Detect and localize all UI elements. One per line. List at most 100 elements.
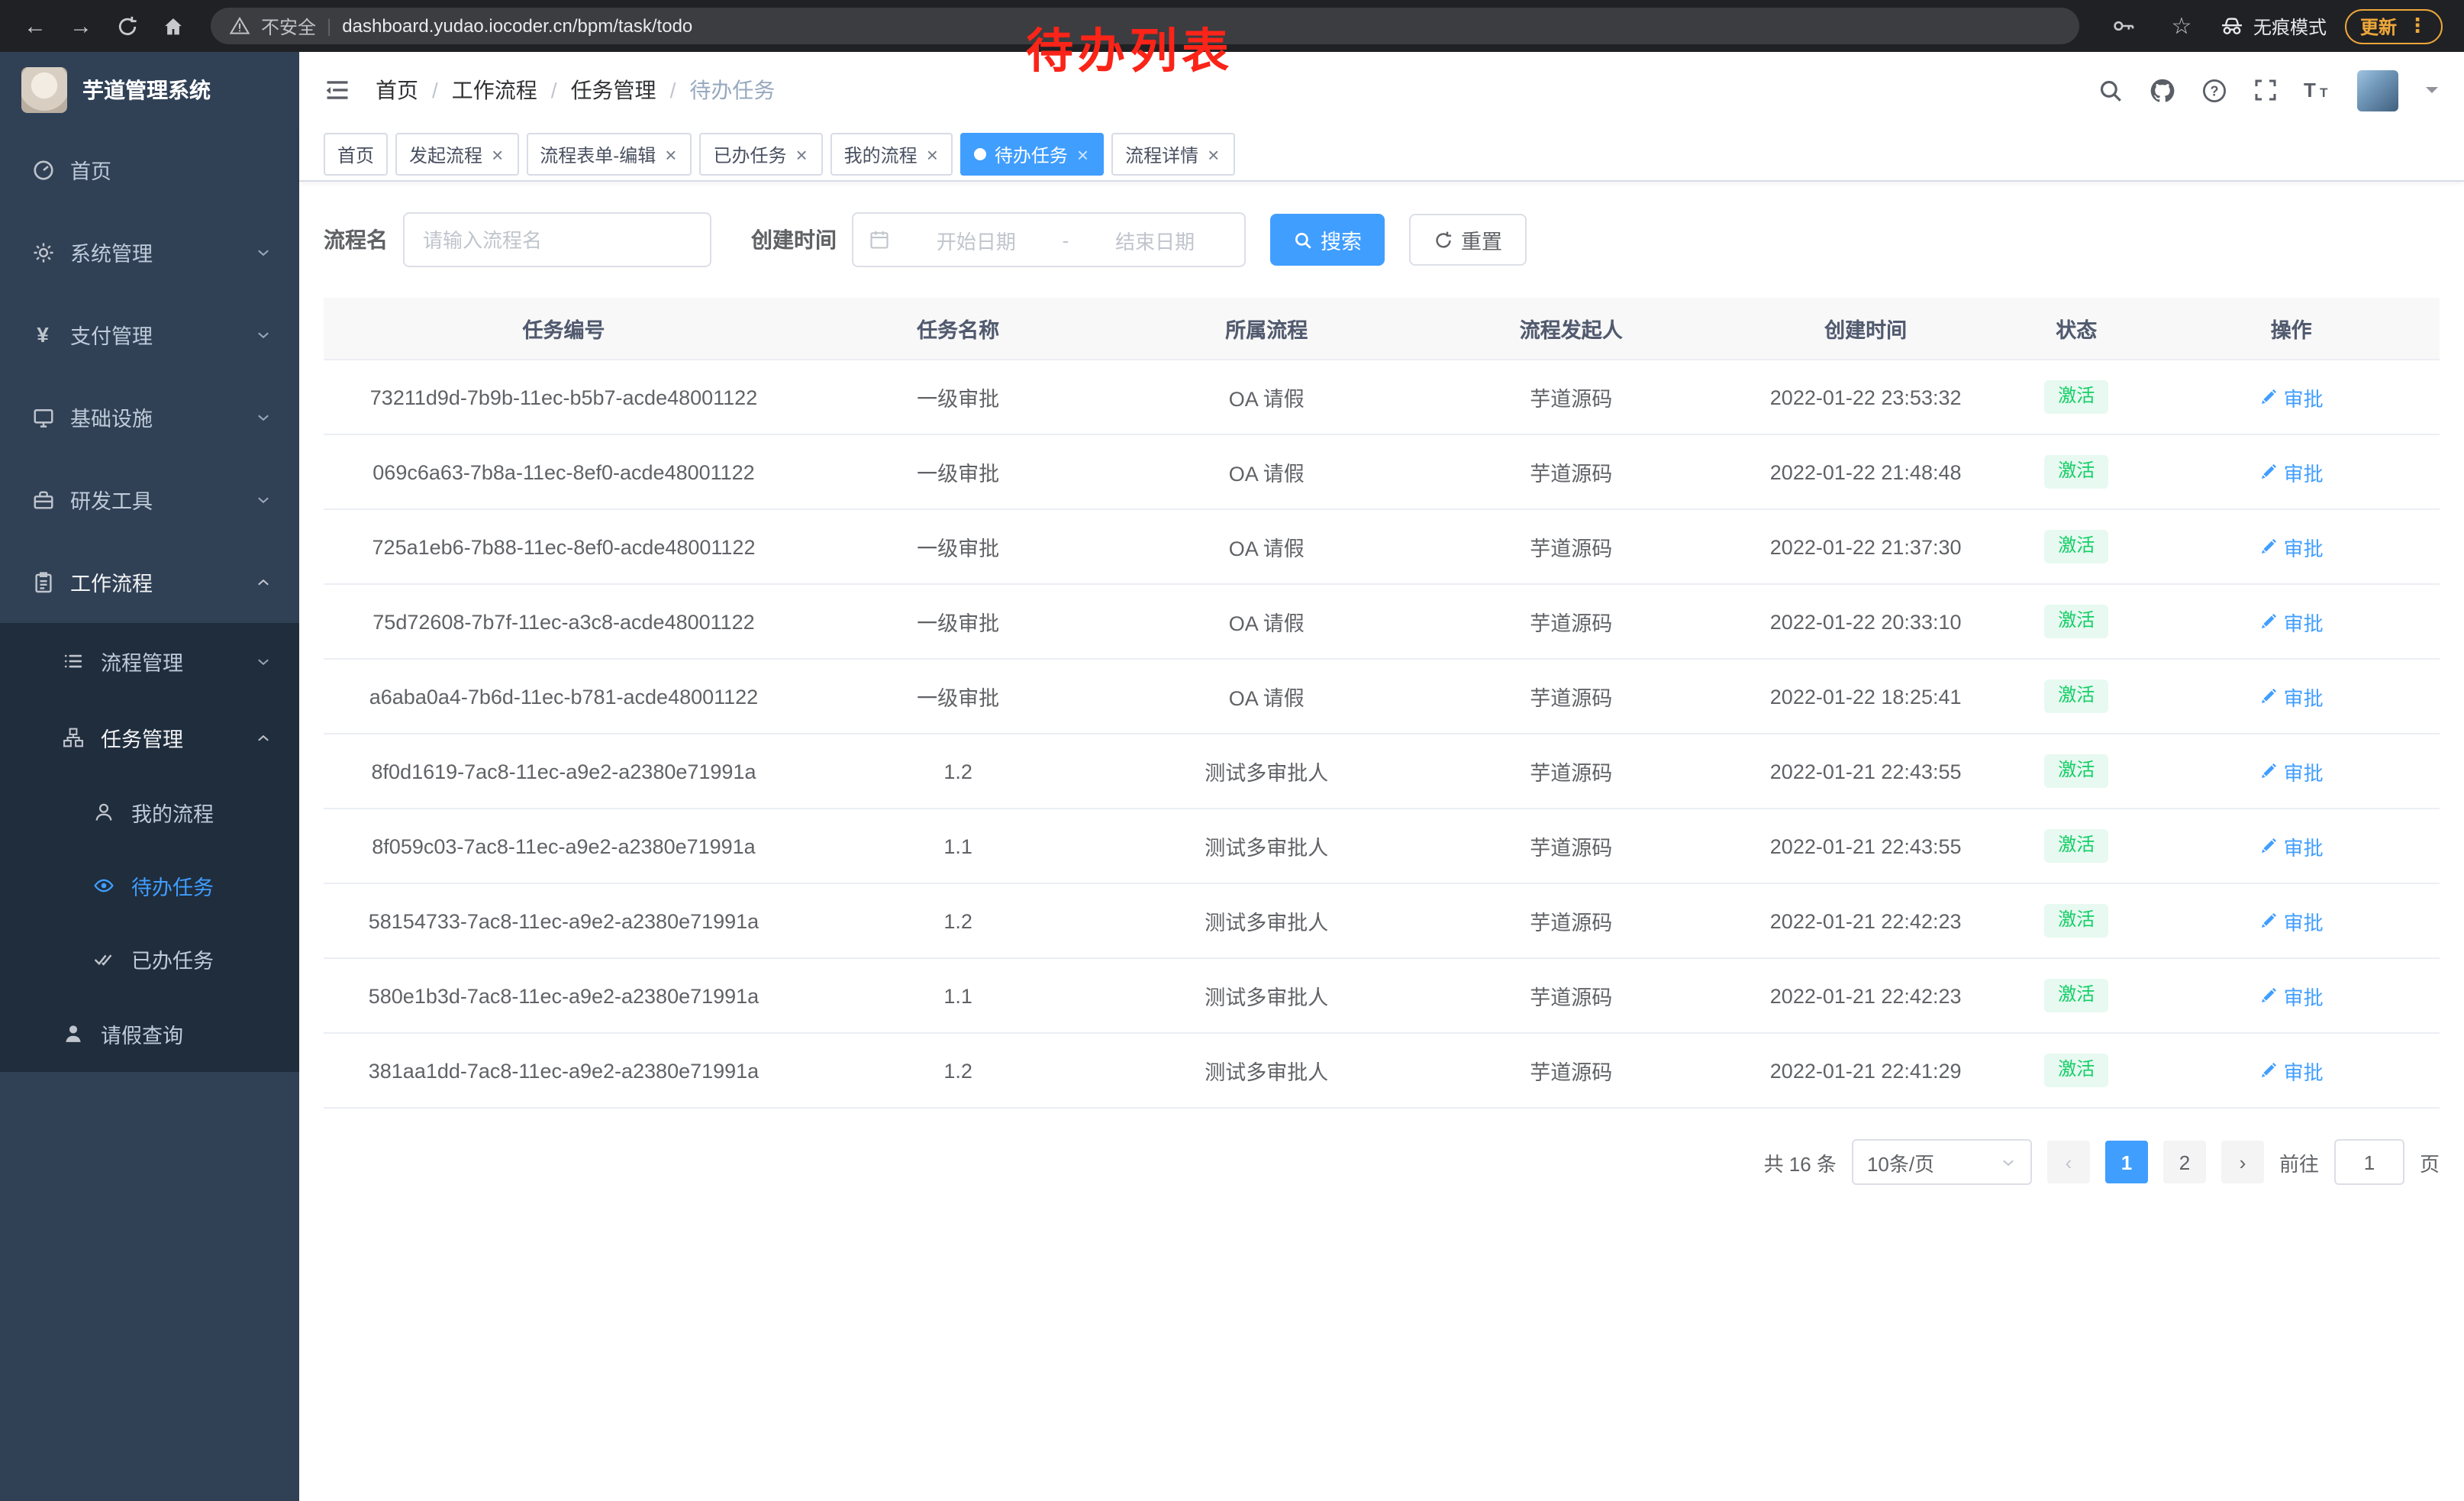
- sidebar-item-payment[interactable]: ¥ 支付管理: [0, 293, 299, 376]
- breadcrumb-task-mgmt[interactable]: 任务管理: [571, 75, 656, 105]
- approve-button[interactable]: 审批: [2259, 981, 2324, 1010]
- refresh-icon[interactable]: [107, 6, 147, 46]
- tab-home[interactable]: 首页: [324, 133, 388, 176]
- kebab-menu-icon[interactable]: ⋮: [2408, 14, 2427, 38]
- approve-button[interactable]: 审批: [2259, 607, 2324, 636]
- top-navbar: 首页 / 工作流程 / 任务管理 / 待办任务 ?: [299, 52, 2464, 128]
- sidebar-toggle-hamburger-icon[interactable]: [324, 76, 351, 104]
- status-badge: 激活: [2044, 904, 2108, 937]
- sidebar-item-task-mgmt[interactable]: 任务管理: [0, 699, 299, 776]
- update-button[interactable]: 更新 ⋮: [2345, 8, 2443, 44]
- fullscreen-icon[interactable]: [2253, 78, 2278, 102]
- sidebar-item-leave-query[interactable]: 请假查询: [0, 996, 299, 1072]
- sidebar-item-workflow[interactable]: 工作流程: [0, 541, 299, 623]
- list-icon: [61, 649, 85, 673]
- user-avatar[interactable]: [2357, 69, 2398, 111]
- approve-button[interactable]: 审批: [2259, 906, 2324, 935]
- page-button-1[interactable]: 1: [2105, 1141, 2148, 1183]
- tab-todo-task[interactable]: 待办任务 ×: [961, 133, 1104, 176]
- page-size-value: 10条/页: [1867, 1148, 1934, 1177]
- app-logo[interactable]: 芋道管理系统: [0, 52, 299, 128]
- close-icon[interactable]: ×: [794, 144, 808, 164]
- calendar-icon: [869, 229, 890, 250]
- sidebar-item-infra[interactable]: 基础设施: [0, 376, 299, 458]
- tab-process-form-edit[interactable]: 流程表单-编辑 ×: [526, 133, 692, 176]
- approve-button[interactable]: 审批: [2259, 831, 2324, 860]
- home-icon[interactable]: [153, 6, 192, 46]
- date-range-picker[interactable]: 开始日期 - 结束日期: [852, 212, 1246, 267]
- caret-down-icon[interactable]: [2424, 82, 2440, 98]
- approve-button[interactable]: 审批: [2259, 383, 2324, 412]
- address-bar[interactable]: 不安全 | dashboard.yudao.iocoder.cn/bpm/tas…: [211, 8, 2079, 44]
- cell-status: 激活: [2010, 809, 2143, 883]
- chevron-down-icon: [255, 653, 272, 670]
- font-size-icon[interactable]: TT: [2304, 78, 2331, 102]
- close-icon[interactable]: ×: [1076, 144, 1090, 164]
- sidebar-item-todo-task[interactable]: 待办任务: [0, 849, 299, 922]
- table-row: 75d72608-7b7f-11ec-a3c8-acde48001122 一级审…: [324, 584, 2440, 659]
- cell-action: 审批: [2143, 509, 2440, 584]
- active-tab-dot: [975, 148, 987, 160]
- key-icon[interactable]: [2104, 6, 2143, 46]
- navbar-actions: ? TT: [2098, 69, 2440, 111]
- page-button-2[interactable]: 2: [2163, 1141, 2206, 1183]
- next-page-button[interactable]: ›: [2221, 1141, 2264, 1183]
- breadcrumb-home[interactable]: 首页: [376, 75, 418, 105]
- prev-page-button[interactable]: ‹: [2047, 1141, 2090, 1183]
- sidebar-item-home[interactable]: 首页: [0, 128, 299, 211]
- tab-process-detail[interactable]: 流程详情 ×: [1111, 133, 1234, 176]
- cell-task-name: 一级审批: [804, 360, 1112, 434]
- approve-label: 审批: [2284, 981, 2324, 1010]
- goto-page-input[interactable]: [2334, 1139, 2404, 1185]
- github-icon[interactable]: [2150, 77, 2175, 103]
- end-date-placeholder[interactable]: 结束日期: [1081, 225, 1229, 254]
- forward-icon[interactable]: →: [61, 6, 101, 46]
- cell-process: OA 请假: [1112, 659, 1421, 734]
- sidebar-item-done-task[interactable]: 已办任务: [0, 922, 299, 996]
- approve-label: 审批: [2284, 1056, 2324, 1085]
- cell-task-id: 8f059c03-7ac8-11ec-a9e2-a2380e71991a: [324, 809, 804, 883]
- approve-button[interactable]: 审批: [2259, 457, 2324, 486]
- breadcrumb-separator: /: [551, 78, 557, 102]
- search-button[interactable]: 搜索: [1270, 214, 1385, 266]
- tab-done-task[interactable]: 已办任务 ×: [699, 133, 822, 176]
- tab-my-process[interactable]: 我的流程 ×: [830, 133, 953, 176]
- sidebar-item-label: 支付管理: [70, 319, 240, 350]
- reset-button[interactable]: 重置: [1409, 214, 1527, 266]
- monitor-icon: [31, 405, 55, 429]
- process-name-input[interactable]: [403, 212, 711, 267]
- start-date-placeholder[interactable]: 开始日期: [902, 225, 1050, 254]
- search-icon[interactable]: [2098, 77, 2124, 103]
- cell-task-name: 一级审批: [804, 434, 1112, 509]
- table-row: 069c6a63-7b8a-11ec-8ef0-acde48001122 一级审…: [324, 434, 2440, 509]
- breadcrumb-workflow[interactable]: 工作流程: [452, 75, 537, 105]
- back-icon[interactable]: ←: [15, 6, 55, 46]
- tab-start-process[interactable]: 发起流程 ×: [395, 133, 518, 176]
- approve-button[interactable]: 审批: [2259, 682, 2324, 711]
- status-badge: 激活: [2044, 455, 2108, 488]
- tab-label: 发起流程: [409, 141, 482, 167]
- approve-button[interactable]: 审批: [2259, 757, 2324, 786]
- close-icon[interactable]: ×: [663, 144, 678, 164]
- approve-button[interactable]: 审批: [2259, 1056, 2324, 1085]
- help-icon[interactable]: ?: [2201, 77, 2227, 103]
- sidebar-item-my-process[interactable]: 我的流程: [0, 776, 299, 849]
- status-badge: 激活: [2044, 380, 2108, 413]
- close-icon[interactable]: ×: [925, 144, 940, 164]
- approve-label: 审批: [2284, 682, 2324, 711]
- page-size-select[interactable]: 10条/页: [1852, 1139, 2032, 1185]
- close-icon[interactable]: ×: [490, 144, 505, 164]
- cell-process: OA 请假: [1112, 584, 1421, 659]
- sidebar-item-devtools[interactable]: 研发工具: [0, 458, 299, 541]
- sidebar-item-process-mgmt[interactable]: 流程管理: [0, 623, 299, 699]
- sidebar-item-label: 我的流程: [131, 797, 272, 828]
- tab-label: 已办任务: [713, 141, 786, 167]
- cell-starter: 芋道源码: [1421, 809, 1721, 883]
- approve-label: 审批: [2284, 607, 2324, 636]
- close-icon[interactable]: ×: [1206, 144, 1221, 164]
- goto-label: 前往: [2279, 1148, 2319, 1177]
- approve-button[interactable]: 审批: [2259, 532, 2324, 561]
- sidebar-item-system[interactable]: 系统管理: [0, 211, 299, 293]
- star-icon[interactable]: ☆: [2162, 6, 2201, 46]
- cell-status: 激活: [2010, 1033, 2143, 1108]
